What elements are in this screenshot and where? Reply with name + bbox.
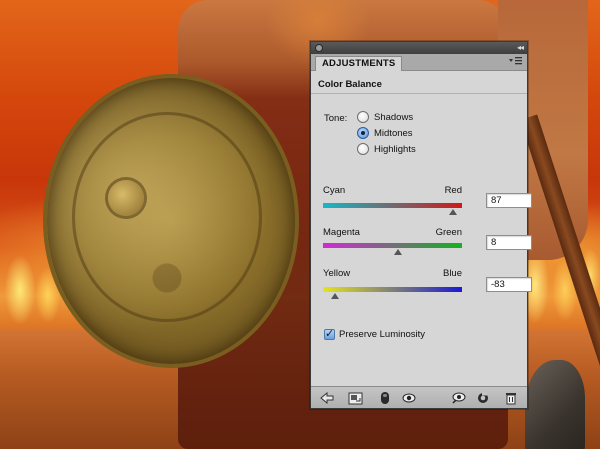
shadows-label: Shadows [374, 111, 414, 123]
preserve-luminosity-option[interactable]: ✓ Preserve Luminosity [324, 328, 425, 340]
checkmark-icon: ✓ [325, 327, 335, 340]
adjustments-panel: ◂◂ ADJUSTMENTS Color Balance Tone: Shado… [310, 41, 532, 409]
midtones-radio[interactable] [357, 127, 369, 139]
yellow-blue-slider: Yellow Blue -83 [323, 268, 532, 299]
panel-footer-toolbar [311, 386, 527, 408]
yellow-blue-thumb[interactable] [330, 293, 339, 299]
magenta-green-track[interactable] [323, 243, 462, 248]
blue-label: Blue [442, 268, 462, 279]
shadows-radio[interactable] [357, 111, 369, 123]
magenta-green-value-field[interactable]: 8 [486, 235, 532, 250]
trash-icon[interactable] [503, 390, 519, 406]
clip-to-layer-icon[interactable] [347, 390, 363, 406]
midtones-label: Midtones [374, 127, 413, 139]
highlights-label: Highlights [374, 143, 416, 155]
preserve-luminosity-checkbox[interactable]: ✓ [324, 327, 335, 340]
back-arrow-icon[interactable] [319, 390, 335, 406]
tab-adjustments[interactable]: ADJUSTMENTS [315, 56, 403, 71]
panel-titlebar[interactable]: ◂◂ [311, 42, 527, 54]
layer-mask-icon[interactable] [377, 390, 393, 406]
preserve-luminosity-label: Preserve Luminosity [339, 328, 426, 340]
yellow-blue-track[interactable] [323, 287, 462, 292]
magenta-green-thumb[interactable] [394, 249, 403, 255]
close-icon[interactable] [315, 44, 323, 52]
panel-menu-icon[interactable] [509, 56, 523, 68]
tone-option-highlights[interactable]: Highlights [357, 142, 416, 156]
view-previous-state-icon[interactable] [451, 390, 467, 406]
reset-icon[interactable] [475, 390, 491, 406]
magenta-label: Magenta [323, 227, 360, 238]
yellow-blue-value-field[interactable]: -83 [486, 277, 532, 292]
panel-tab-row: ADJUSTMENTS [311, 54, 527, 71]
collapse-icon[interactable]: ◂◂ [517, 42, 524, 54]
axe-head [525, 360, 585, 449]
magenta-green-slider: Magenta Green 8 [323, 227, 532, 255]
tone-label: Tone: [324, 113, 348, 124]
cyan-red-slider: Cyan Red 87 [323, 185, 532, 215]
cyan-label: Cyan [323, 185, 346, 196]
panel-header: Color Balance [311, 72, 527, 94]
visibility-eye-icon[interactable] [401, 390, 417, 406]
cyan-red-thumb[interactable] [448, 209, 457, 215]
red-label: Red [444, 185, 462, 196]
highlights-radio[interactable] [357, 143, 369, 155]
cyan-red-value-field[interactable]: 87 [486, 193, 532, 208]
shield-ring [72, 112, 262, 322]
panel-title: Color Balance [318, 79, 382, 90]
shield-boss [108, 180, 144, 216]
cyan-red-track[interactable] [323, 203, 462, 208]
tone-option-shadows[interactable]: Shadows [357, 110, 413, 124]
tone-option-midtones[interactable]: Midtones [357, 126, 413, 140]
green-label: Green [435, 227, 462, 238]
yellow-label: Yellow [323, 268, 351, 279]
